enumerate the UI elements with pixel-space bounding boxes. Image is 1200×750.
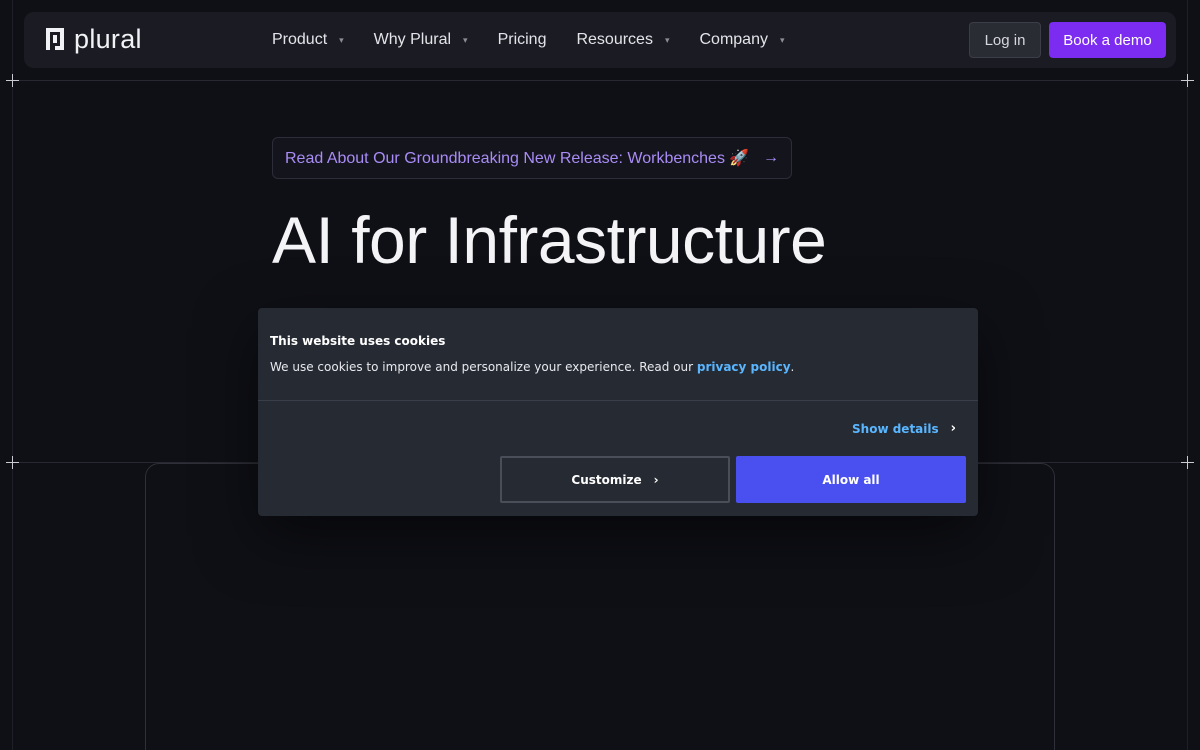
chevron-right-icon: › xyxy=(653,472,659,487)
announcement-banner[interactable]: Read About Our Groundbreaking New Releas… xyxy=(272,137,792,179)
grid-line-left xyxy=(12,0,13,750)
nav-item-label: Pricing xyxy=(497,31,547,48)
chevron-right-icon: › xyxy=(950,421,956,436)
chevron-down-icon: ▾ xyxy=(664,34,670,45)
announcement-text: Read About Our Groundbreaking New Releas… xyxy=(285,150,750,167)
cookie-text-before: We use cookies to improve and personaliz… xyxy=(270,360,697,374)
chevron-down-icon: ▾ xyxy=(339,34,344,45)
logo[interactable]: plural xyxy=(44,24,142,54)
grid-line-top xyxy=(12,80,1188,81)
customize-label: Customize xyxy=(571,472,642,487)
nav-item-company[interactable]: Company ▾ xyxy=(699,31,784,49)
arrow-right-icon: → xyxy=(763,149,779,166)
customize-button[interactable]: Customize › xyxy=(500,456,730,503)
cookie-text-after: . xyxy=(790,360,795,374)
plural-logo-icon xyxy=(46,28,64,50)
grid-line-right xyxy=(1187,0,1188,750)
nav-item-label: Why Plural xyxy=(373,31,452,48)
nav-item-pricing[interactable]: Pricing xyxy=(498,31,547,49)
nav-item-resources[interactable]: Resources ▾ xyxy=(576,31,669,49)
book-demo-button[interactable]: Book a demo xyxy=(1049,22,1166,58)
privacy-policy-link[interactable]: privacy policy xyxy=(697,360,791,374)
nav-item-product[interactable]: Product ▾ xyxy=(272,31,344,49)
plus-marker-icon xyxy=(1181,456,1194,469)
cookie-consent-dialog: This website uses cookies We use cookies… xyxy=(258,308,978,516)
page: plural Product ▾ Why Plural ▾ Pricing Re… xyxy=(0,0,1200,750)
plus-marker-icon xyxy=(6,74,19,87)
cookie-description: We use cookies to improve and personaliz… xyxy=(270,360,794,374)
chevron-down-icon: ▾ xyxy=(779,34,785,45)
nav-item-why-plural[interactable]: Why Plural ▾ xyxy=(374,31,468,49)
main-nav: Product ▾ Why Plural ▾ Pricing Resources… xyxy=(272,12,815,68)
nav-item-label: Resources xyxy=(576,31,653,48)
allow-all-button[interactable]: Allow all xyxy=(736,456,966,503)
nav-item-label: Product xyxy=(272,31,328,48)
show-details-label: Show details xyxy=(852,421,939,436)
divider xyxy=(258,400,978,401)
cookie-title: This website uses cookies xyxy=(270,334,446,348)
navbar: plural Product ▾ Why Plural ▾ Pricing Re… xyxy=(24,12,1176,68)
plus-marker-icon xyxy=(6,456,19,469)
logo-wordmark: plural xyxy=(74,24,142,54)
show-details-link[interactable]: Show details › xyxy=(852,421,956,436)
nav-item-label: Company xyxy=(699,31,768,48)
plus-marker-icon xyxy=(1181,74,1194,87)
hero-title: AI for Infrastructure xyxy=(272,203,827,277)
login-button[interactable]: Log in xyxy=(969,22,1041,58)
chevron-down-icon: ▾ xyxy=(463,34,468,45)
